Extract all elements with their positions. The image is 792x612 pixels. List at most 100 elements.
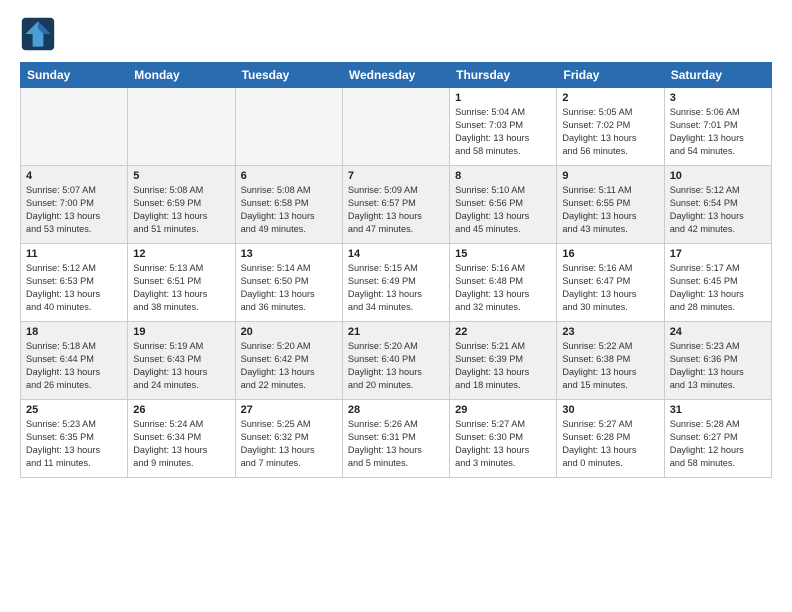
calendar-cell: 11Sunrise: 5:12 AMSunset: 6:53 PMDayligh… <box>21 244 128 322</box>
day-number: 3 <box>670 92 766 104</box>
logo <box>20 16 62 52</box>
weekday-header: Tuesday <box>235 63 342 88</box>
calendar-cell: 28 Sunrise: 5:26 AMSunset: 6:31 PMDayligh… <box>342 400 449 478</box>
calendar-cell: 4 Sunrise: 5:07 AMSunset: 7:00 PMDaylight… <box>21 166 128 244</box>
calendar-cell: 17 Sunrise: 5:17 AMSunset: 6:45 PMDayligh… <box>664 244 771 322</box>
calendar-cell: 25 Sunrise: 5:23 AMSunset: 6:35 PMDayligh… <box>21 400 128 478</box>
day-number: 25 <box>26 404 122 416</box>
calendar-week-row: 25 Sunrise: 5:23 AMSunset: 6:35 PMDayligh… <box>21 400 772 478</box>
calendar-cell: 18 Sunrise: 5:18 AMSunset: 6:44 PMDayligh… <box>21 322 128 400</box>
weekday-header: Saturday <box>664 63 771 88</box>
day-number: 19 <box>133 326 229 338</box>
day-info: Sunrise: 5:26 AMSunset: 6:31 PMDaylight:… <box>348 418 444 470</box>
day-number: 4 <box>26 170 122 182</box>
day-number: 14 <box>348 248 444 260</box>
day-number: 20 <box>241 326 337 338</box>
logo-icon <box>20 16 56 52</box>
day-number: 18 <box>26 326 122 338</box>
calendar-cell: 3Sunrise: 5:06 AMSunset: 7:01 PMDaylight… <box>664 88 771 166</box>
day-number: 5 <box>133 170 229 182</box>
day-info: Sunrise: 5:05 AMSunset: 7:02 PMDaylight:… <box>562 106 658 158</box>
calendar-cell <box>128 88 235 166</box>
day-info: Sunrise: 5:25 AMSunset: 6:32 PMDaylight:… <box>241 418 337 470</box>
calendar-cell: 14 Sunrise: 5:15 AMSunset: 6:49 PMDayligh… <box>342 244 449 322</box>
day-info: Sunrise: 5:13 AMSunset: 6:51 PMDaylight:… <box>133 262 229 314</box>
weekday-header: Thursday <box>450 63 557 88</box>
day-info: Sunrise: 5:20 AMSunset: 6:40 PMDaylight:… <box>348 340 444 392</box>
header <box>20 16 772 52</box>
day-info: Sunrise: 5:17 AMSunset: 6:45 PMDaylight:… <box>670 262 766 314</box>
calendar-cell: 2 Sunrise: 5:05 AMSunset: 7:02 PMDaylight… <box>557 88 664 166</box>
calendar-cell: 20 Sunrise: 5:20 AMSunset: 6:42 PMDayligh… <box>235 322 342 400</box>
day-number: 31 <box>670 404 766 416</box>
calendar-cell: 13 Sunrise: 5:14 AMSunset: 6:50 PMDayligh… <box>235 244 342 322</box>
day-info: Sunrise: 5:23 AMSunset: 6:36 PMDaylight:… <box>670 340 766 392</box>
day-info: Sunrise: 5:19 AMSunset: 6:43 PMDaylight:… <box>133 340 229 392</box>
calendar-cell: 8Sunrise: 5:10 AMSunset: 6:56 PMDaylight… <box>450 166 557 244</box>
calendar-cell: 10 Sunrise: 5:12 AMSunset: 6:54 PMDayligh… <box>664 166 771 244</box>
day-number: 30 <box>562 404 658 416</box>
weekday-header: Friday <box>557 63 664 88</box>
day-info: Sunrise: 5:16 AMSunset: 6:47 PMDaylight:… <box>562 262 658 314</box>
day-info: Sunrise: 5:15 AMSunset: 6:49 PMDaylight:… <box>348 262 444 314</box>
day-info: Sunrise: 5:08 AMSunset: 6:58 PMDaylight:… <box>241 184 337 236</box>
day-number: 28 <box>348 404 444 416</box>
day-info: Sunrise: 5:24 AMSunset: 6:34 PMDaylight:… <box>133 418 229 470</box>
calendar-table: SundayMondayTuesdayWednesdayThursdayFrid… <box>20 62 772 478</box>
day-number: 29 <box>455 404 551 416</box>
day-number: 12 <box>133 248 229 260</box>
calendar-week-row: 4 Sunrise: 5:07 AMSunset: 7:00 PMDaylight… <box>21 166 772 244</box>
day-number: 26 <box>133 404 229 416</box>
day-number: 7 <box>348 170 444 182</box>
day-number: 10 <box>670 170 766 182</box>
day-info: Sunrise: 5:14 AMSunset: 6:50 PMDaylight:… <box>241 262 337 314</box>
day-number: 27 <box>241 404 337 416</box>
calendar-cell: 31Sunrise: 5:28 AMSunset: 6:27 PMDayligh… <box>664 400 771 478</box>
calendar-cell: 7 Sunrise: 5:09 AMSunset: 6:57 PMDaylight… <box>342 166 449 244</box>
day-info: Sunrise: 5:23 AMSunset: 6:35 PMDaylight:… <box>26 418 122 470</box>
day-number: 16 <box>562 248 658 260</box>
calendar-header-row: SundayMondayTuesdayWednesdayThursdayFrid… <box>21 63 772 88</box>
day-number: 15 <box>455 248 551 260</box>
calendar-cell <box>342 88 449 166</box>
day-number: 24 <box>670 326 766 338</box>
day-number: 6 <box>241 170 337 182</box>
day-info: Sunrise: 5:12 AMSunset: 6:54 PMDaylight:… <box>670 184 766 236</box>
calendar-cell: 9Sunrise: 5:11 AMSunset: 6:55 PMDaylight… <box>557 166 664 244</box>
weekday-header: Sunday <box>21 63 128 88</box>
calendar-cell: 5Sunrise: 5:08 AMSunset: 6:59 PMDaylight… <box>128 166 235 244</box>
calendar-cell <box>21 88 128 166</box>
calendar-cell: 12 Sunrise: 5:13 AMSunset: 6:51 PMDayligh… <box>128 244 235 322</box>
day-info: Sunrise: 5:16 AMSunset: 6:48 PMDaylight:… <box>455 262 551 314</box>
calendar-week-row: 18 Sunrise: 5:18 AMSunset: 6:44 PMDayligh… <box>21 322 772 400</box>
day-number: 17 <box>670 248 766 260</box>
calendar-cell: 29 Sunrise: 5:27 AMSunset: 6:30 PMDayligh… <box>450 400 557 478</box>
calendar-cell: 16 Sunrise: 5:16 AMSunset: 6:47 PMDayligh… <box>557 244 664 322</box>
calendar-cell: 22Sunrise: 5:21 AMSunset: 6:39 PMDayligh… <box>450 322 557 400</box>
day-info: Sunrise: 5:20 AMSunset: 6:42 PMDaylight:… <box>241 340 337 392</box>
calendar-cell: 6 Sunrise: 5:08 AMSunset: 6:58 PMDaylight… <box>235 166 342 244</box>
calendar-cell <box>235 88 342 166</box>
day-info: Sunrise: 5:10 AMSunset: 6:56 PMDaylight:… <box>455 184 551 236</box>
calendar-cell: 19 Sunrise: 5:19 AMSunset: 6:43 PMDayligh… <box>128 322 235 400</box>
day-info: Sunrise: 5:18 AMSunset: 6:44 PMDaylight:… <box>26 340 122 392</box>
calendar-cell: 23Sunrise: 5:22 AMSunset: 6:38 PMDayligh… <box>557 322 664 400</box>
weekday-header: Monday <box>128 63 235 88</box>
day-info: Sunrise: 5:21 AMSunset: 6:39 PMDaylight:… <box>455 340 551 392</box>
weekday-header: Wednesday <box>342 63 449 88</box>
day-info: Sunrise: 5:04 AMSunset: 7:03 PMDaylight:… <box>455 106 551 158</box>
day-number: 2 <box>562 92 658 104</box>
day-info: Sunrise: 5:11 AMSunset: 6:55 PMDaylight:… <box>562 184 658 236</box>
day-info: Sunrise: 5:27 AMSunset: 6:28 PMDaylight:… <box>562 418 658 470</box>
calendar-cell: 30 Sunrise: 5:27 AMSunset: 6:28 PMDayligh… <box>557 400 664 478</box>
day-number: 23 <box>562 326 658 338</box>
calendar-week-row: 1Sunrise: 5:04 AMSunset: 7:03 PMDaylight… <box>21 88 772 166</box>
calendar-cell: 1Sunrise: 5:04 AMSunset: 7:03 PMDaylight… <box>450 88 557 166</box>
day-info: Sunrise: 5:09 AMSunset: 6:57 PMDaylight:… <box>348 184 444 236</box>
calendar-cell: 21Sunrise: 5:20 AMSunset: 6:40 PMDayligh… <box>342 322 449 400</box>
day-number: 13 <box>241 248 337 260</box>
day-info: Sunrise: 5:07 AMSunset: 7:00 PMDaylight:… <box>26 184 122 236</box>
day-info: Sunrise: 5:27 AMSunset: 6:30 PMDaylight:… <box>455 418 551 470</box>
calendar-cell: 24 Sunrise: 5:23 AMSunset: 6:36 PMDayligh… <box>664 322 771 400</box>
calendar-cell: 26 Sunrise: 5:24 AMSunset: 6:34 PMDayligh… <box>128 400 235 478</box>
